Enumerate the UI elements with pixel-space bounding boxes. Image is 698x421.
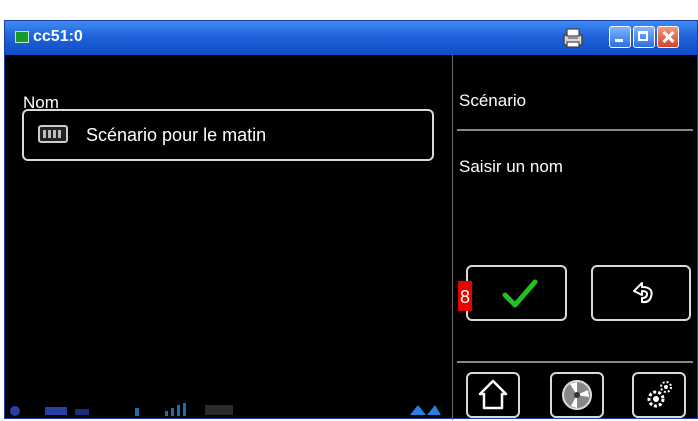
annotation-badge: 8 [458,281,472,311]
close-button[interactable] [657,26,679,48]
name-value: Scénario pour le matin [86,125,267,145]
back-arrow-icon [633,282,653,304]
home-button[interactable] [466,372,520,418]
app-window: cc51:0 Nom Scénario pour le matin Scénar… [4,20,698,420]
content-area: Nom Scénario pour le matin Scénario Sais… [5,55,697,420]
vertical-divider [452,55,453,420]
status-bar [10,403,441,416]
settings-button[interactable] [632,372,686,418]
checkmark-icon [502,279,538,308]
printer-icon[interactable] [561,27,585,49]
app-icon [15,31,29,43]
title-divider [457,129,693,131]
keyboard-icon [38,125,68,143]
bottom-divider [457,361,693,363]
title-bar[interactable]: cc51:0 [5,21,697,55]
minimize-button[interactable] [609,26,631,48]
name-input-field[interactable]: Scénario pour le matin [22,109,434,161]
back-button[interactable] [591,265,691,321]
fan-icon [562,380,592,410]
prompt-text: Saisir un nom [459,157,563,176]
panel-title: Scénario [459,91,527,110]
window-title: cc51:0 [33,28,83,45]
maximize-button[interactable] [633,26,655,48]
settings-gears-icon [647,381,672,408]
fan-button[interactable] [550,372,604,418]
confirm-button[interactable] [466,265,567,321]
home-icon [478,379,508,410]
